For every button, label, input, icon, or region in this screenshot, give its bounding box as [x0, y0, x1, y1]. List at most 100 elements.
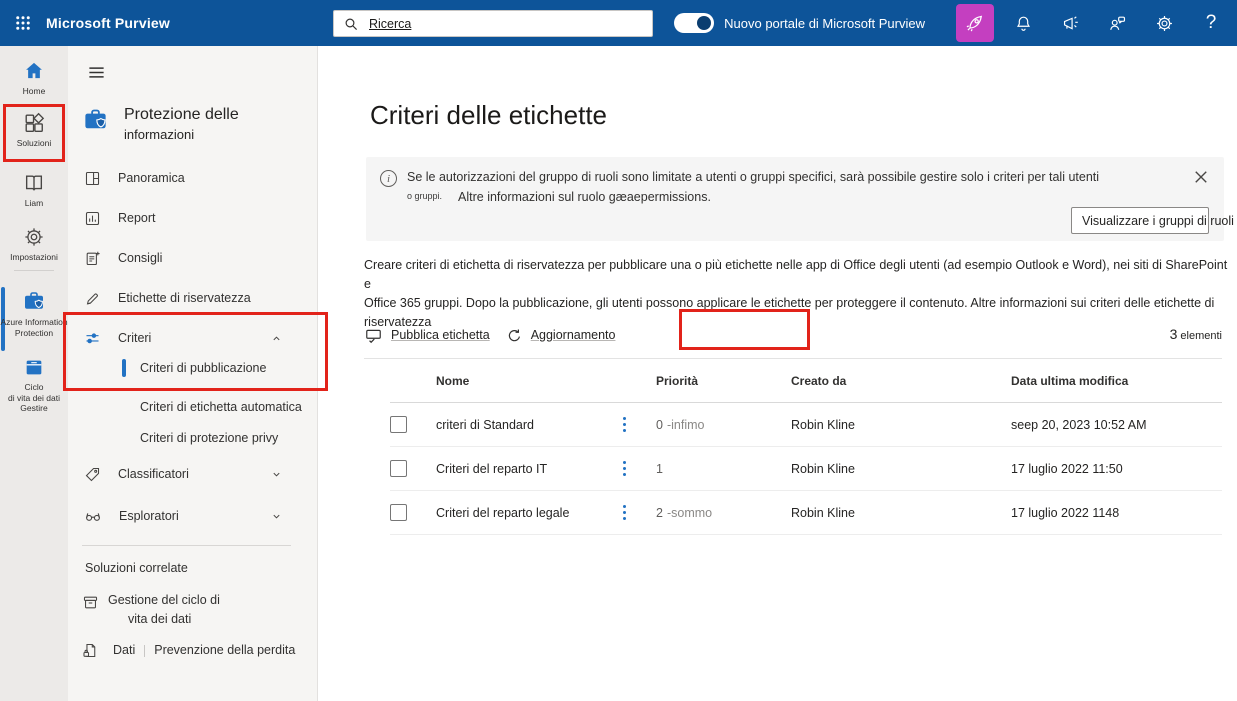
selected-indicator: [122, 359, 126, 377]
policy-name[interactable]: Criteri del reparto legale: [436, 506, 621, 520]
table-row[interactable]: criteri di Standard 0 -infimo Robin Kline…: [390, 403, 1222, 447]
gear-icon: [25, 228, 43, 246]
left-rail: Home Soluzioni Liam Impostazioni Azure I…: [0, 46, 68, 701]
feedback-button[interactable]: [1099, 5, 1135, 41]
sidebar-item-panoramica[interactable]: Panoramica: [68, 158, 317, 198]
sidebar-item-label: Classificatori: [118, 467, 189, 481]
new-portal-toggle[interactable]: [674, 13, 715, 33]
help-button[interactable]: ?: [1193, 5, 1229, 41]
chevron-down-icon[interactable]: [270, 468, 283, 481]
sidebar-item-esploratori[interactable]: Esploratori: [68, 496, 317, 536]
row-checkbox[interactable]: [390, 460, 407, 477]
close-icon[interactable]: [1194, 170, 1210, 186]
last-modified: 17 luglio 2022 11:50: [1011, 461, 1123, 476]
banner-text-small: o gruppi.: [407, 191, 443, 201]
rail-item-soluzioni[interactable]: Soluzioni: [0, 112, 68, 149]
toggle-knob: [697, 16, 712, 30]
row-checkbox[interactable]: [390, 416, 407, 433]
column-header-nome[interactable]: Nome: [436, 374, 621, 388]
sidebar-item-label: Esploratori: [119, 509, 179, 523]
sidebar-item-prevenzione-perdita-dati[interactable]: Dati Prevenzione della perdita: [68, 641, 317, 660]
rail-item-label: Gestire: [20, 403, 48, 413]
priority-value: 0: [656, 417, 663, 432]
created-by: Robin Kline: [791, 461, 855, 476]
notifications-button[interactable]: [1005, 5, 1041, 41]
publish-label-button[interactable]: Pubblica etichetta: [364, 326, 490, 345]
policies-table: Nome Priorità Creato da Data ultima modi…: [390, 359, 1222, 535]
app-launcher-icon[interactable]: [0, 0, 46, 46]
rail-item-impostazioni[interactable]: Impostazioni: [0, 226, 68, 263]
table-header-row: Nome Priorità Creato da Data ultima modi…: [390, 359, 1222, 403]
item-count: 3 elementi: [1170, 326, 1222, 344]
sidebar-item-label: Criteri: [118, 331, 152, 345]
document-lock-icon: [83, 643, 96, 658]
sidebar-item-label: Criteri di protezione privy: [140, 431, 279, 445]
banner-text-line1: Se le autorizzazioni del gruppo di ruoli…: [407, 170, 1100, 184]
sidebar-item-consigli[interactable]: Consigli: [68, 238, 317, 278]
row-actions-icon[interactable]: [621, 461, 656, 476]
priority-value: 2: [656, 505, 663, 520]
megaphone-icon: [1063, 15, 1078, 30]
sidebar-item-criteri-protezione-privy[interactable]: Criteri di protezione privy: [68, 421, 317, 455]
sidebar-item-classificatori[interactable]: Classificatori: [68, 454, 317, 494]
priority-suffix: -infimo: [666, 417, 705, 432]
overview-icon: [85, 171, 100, 185]
last-modified: seep 20, 2023 10:52 AM: [1011, 417, 1147, 432]
rail-item-label: Soluzioni: [16, 138, 52, 148]
refresh-button[interactable]: Aggiornamento: [506, 327, 615, 344]
sidebar-item-report[interactable]: Report: [68, 198, 317, 238]
sidebar-title: Protezione delle: [124, 106, 239, 123]
collapse-menu-button[interactable]: [82, 58, 110, 86]
publish-label-text: Pubblica etichetta: [391, 328, 490, 342]
banner-text-line2: o gruppi. Altre informazioni sul ruolo gæ…: [407, 190, 711, 204]
rail-item-label: di vita dei dati: [8, 392, 60, 403]
rail-item-liam[interactable]: Liam: [0, 172, 68, 209]
rocket-icon: [966, 15, 983, 32]
table-row[interactable]: Criteri del reparto IT 1 Robin Kline 17 …: [390, 447, 1222, 491]
row-actions-icon[interactable]: [621, 417, 656, 432]
sidebar-item-etichette-di-riservatezza[interactable]: Etichette di riservatezza: [68, 278, 317, 318]
table-row[interactable]: Criteri del reparto legale 2 -sommo Robin…: [390, 491, 1222, 535]
rail-item-label: Azure Information: [0, 317, 68, 327]
sidebar-header: Protezione delle informazioni: [82, 106, 239, 142]
last-modified: 17 luglio 2022 1148: [1011, 505, 1120, 520]
sidebar-item-criteri-etichetta-automatica[interactable]: Criteri di etichetta automatica: [68, 390, 317, 424]
settings-button[interactable]: [1146, 5, 1182, 41]
search-input[interactable]: Ricerca: [333, 10, 653, 37]
sidebar-item-criteri-di-pubblicazione[interactable]: Criteri di pubblicazione: [68, 351, 317, 385]
sidebar-item-label: Report: [118, 211, 156, 225]
row-checkbox[interactable]: [390, 504, 407, 521]
rail-item-label: Ciclo: [24, 382, 44, 392]
rail-item-label: Home: [22, 86, 46, 96]
column-header-priorita[interactable]: Priorità: [656, 374, 791, 388]
policy-name[interactable]: Criteri del reparto IT: [436, 462, 621, 476]
label-separator: [144, 644, 146, 657]
book-icon: [25, 175, 43, 191]
rail-item-home[interactable]: Home: [0, 60, 68, 97]
sidebar-item-label: Panoramica: [118, 171, 185, 185]
rail-item-ciclo-di-vita[interactable]: Ciclo di vita dei dati Gestire: [0, 356, 68, 414]
new-portal-toggle-label: Nuovo portale di Microsoft Purview: [724, 15, 925, 31]
chevron-up-icon[interactable]: [270, 332, 283, 345]
column-header-data-ultima-modifica[interactable]: Data ultima modifica: [1011, 374, 1222, 388]
rail-item-azure-information-protection[interactable]: Azure Information Protection: [0, 289, 68, 338]
home-icon: [26, 62, 42, 79]
sidebar-item-label: Prevenzione della perdita: [154, 643, 296, 657]
column-header-creato-da[interactable]: Creato da: [791, 374, 1011, 388]
gear-icon: [1156, 15, 1172, 31]
sidebar-item-label: Consigli: [118, 251, 163, 265]
label-pen-icon: [86, 292, 98, 305]
description-line1: Creare criteri di etichetta di riservate…: [364, 258, 1228, 291]
chevron-down-icon[interactable]: [270, 510, 283, 523]
view-role-groups-button[interactable]: Visualizzare i gruppi di ruoli: [1071, 207, 1234, 234]
rocket-button[interactable]: [956, 4, 994, 42]
brand-title: Microsoft Purview: [46, 15, 170, 31]
whats-new-button[interactable]: [1052, 5, 1088, 41]
sidebar-item-label: Criteri di etichetta automatica: [140, 400, 302, 414]
row-actions-icon[interactable]: [621, 505, 656, 520]
created-by: Robin Kline: [791, 417, 855, 432]
sidebar-item-gestione-ciclo-vita[interactable]: Gestione del ciclo di vita dei dati: [68, 591, 317, 629]
search-icon: [345, 18, 358, 30]
archive-box-icon: [83, 596, 98, 609]
policy-name[interactable]: criteri di Standard: [436, 418, 621, 432]
